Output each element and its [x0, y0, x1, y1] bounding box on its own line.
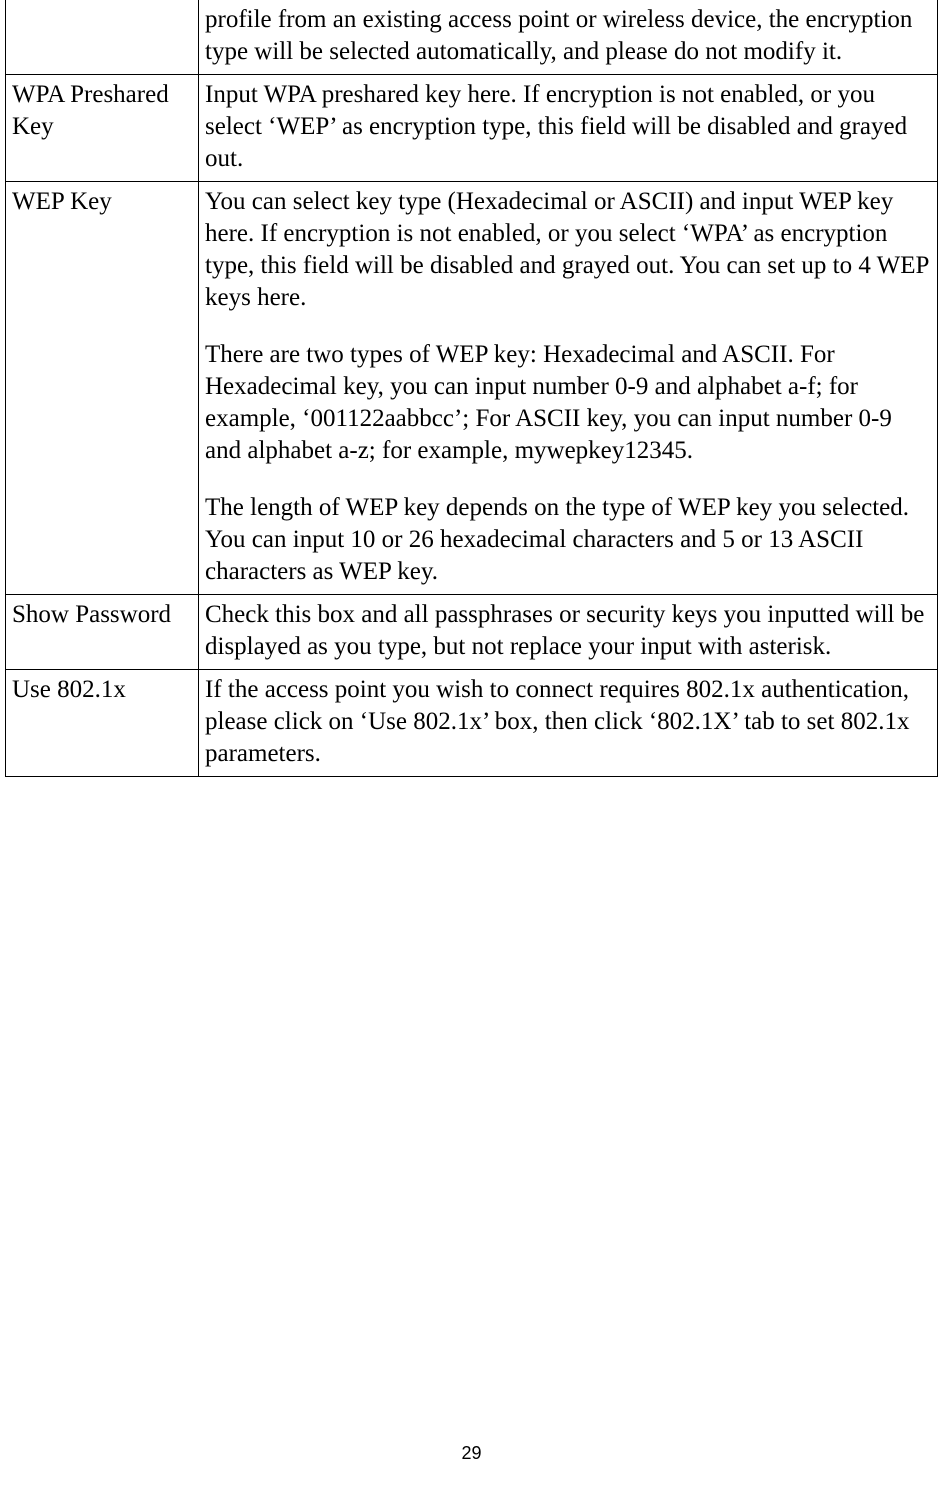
desc-cell: You can select key type (Hexadecimal or … — [199, 182, 938, 595]
term-cell — [6, 0, 199, 75]
page-number: 29 — [0, 1443, 943, 1464]
desc-text: You can select key type (Hexadecimal or … — [205, 186, 931, 314]
desc-text: Check this box and all passphrases or se… — [205, 599, 931, 663]
desc-text: profile from an existing access point or… — [205, 4, 931, 68]
table-row: WPA Preshared Key Input WPA preshared ke… — [6, 75, 938, 182]
term-cell: Use 802.1x — [6, 670, 199, 777]
desc-cell: Input WPA preshared key here. If encrypt… — [199, 75, 938, 182]
page: profile from an existing access point or… — [0, 0, 943, 1494]
desc-text: Input WPA preshared key here. If encrypt… — [205, 79, 931, 175]
term-cell: WEP Key — [6, 182, 199, 595]
term-cell: Show Password — [6, 595, 199, 670]
table-row: profile from an existing access point or… — [6, 0, 938, 75]
definitions-table: profile from an existing access point or… — [5, 0, 938, 777]
table-row: Show Password Check this box and all pas… — [6, 595, 938, 670]
desc-text: There are two types of WEP key: Hexadeci… — [205, 339, 931, 467]
desc-cell: If the access point you wish to connect … — [199, 670, 938, 777]
desc-cell: Check this box and all passphrases or se… — [199, 595, 938, 670]
desc-text: If the access point you wish to connect … — [205, 674, 931, 770]
desc-text: The length of WEP key depends on the typ… — [205, 492, 931, 588]
table-row: WEP Key You can select key type (Hexadec… — [6, 182, 938, 595]
term-cell: WPA Preshared Key — [6, 75, 199, 182]
table-row: Use 802.1x If the access point you wish … — [6, 670, 938, 777]
desc-cell: profile from an existing access point or… — [199, 0, 938, 75]
